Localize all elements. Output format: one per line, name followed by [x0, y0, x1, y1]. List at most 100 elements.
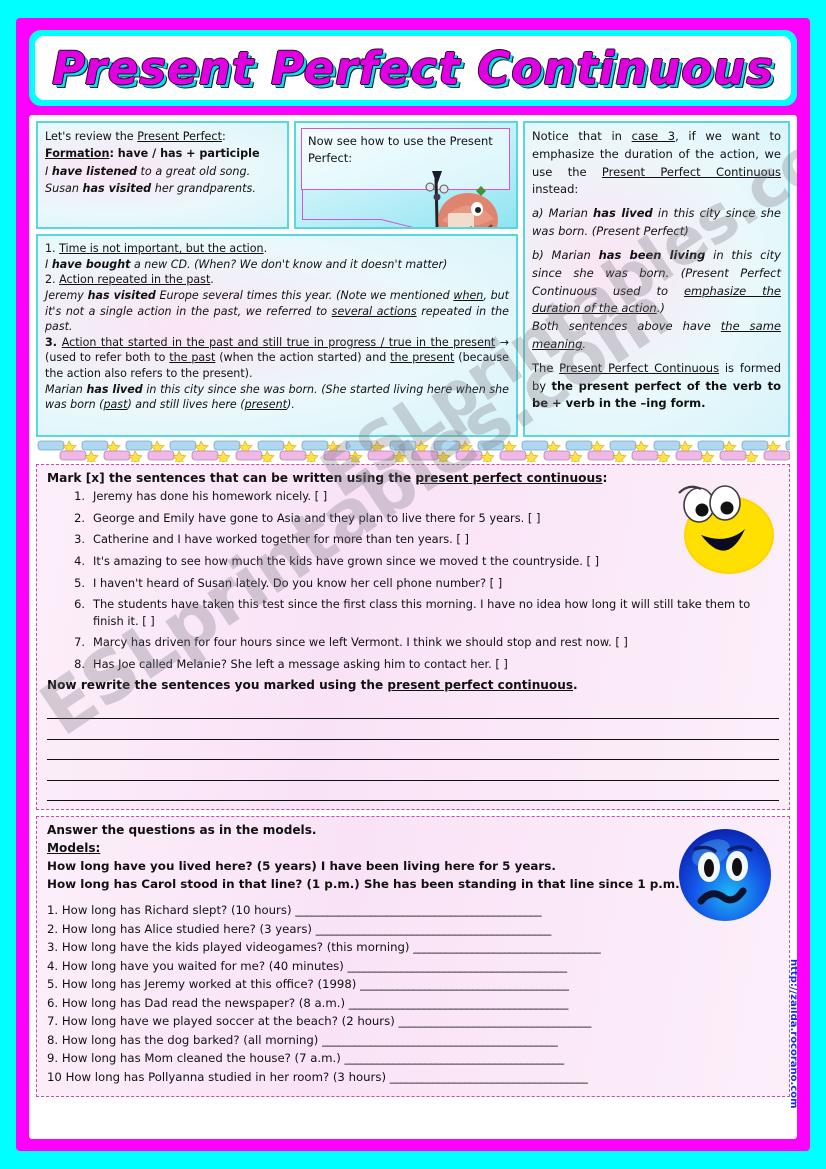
na-verb: has lived: [593, 206, 653, 221]
blank-line[interactable]: [47, 719, 779, 740]
nf-a: The: [532, 360, 560, 375]
review-pre: Let's review the: [45, 130, 138, 143]
item-number: 3.: [47, 940, 59, 955]
model-sentence-2: How long has Carol stood in that line? (…: [47, 877, 680, 892]
list-item[interactable]: 2. George and Emily have gone to Asia and…: [59, 510, 779, 526]
item-number: 2.: [47, 921, 59, 936]
c3e-d: ) and still lives here (: [127, 398, 245, 412]
blank-line[interactable]: [47, 781, 779, 802]
e1-inst-a: Mark [x] the sentences that can be writt…: [47, 471, 416, 485]
review-example-1: I have listened to a great old song.: [45, 163, 280, 180]
item-number: 5.: [74, 575, 85, 590]
item-number: 1.: [74, 489, 85, 503]
n-a: Notice that in: [532, 129, 632, 143]
answer-rule[interactable]: _______________________________________: [360, 977, 569, 991]
answer-rule[interactable]: ____________________________________: [398, 1014, 591, 1028]
case-1-title: 1. Time is not important, but the action…: [45, 241, 509, 257]
c1-c: a new CD. (When? We don't know and it do…: [130, 257, 448, 271]
list-item[interactable]: 5. I haven't heard of Susan lately. Do yo…: [59, 575, 779, 591]
item-number: 2.: [74, 510, 85, 525]
grammar-right-column: Notice that in case 3, if we want to emp…: [523, 121, 790, 437]
case-1-num: 1.: [45, 242, 60, 255]
exercise-2: Answer the questions as in the models. M…: [36, 816, 790, 1098]
notice-example-a: a) Marian has lived in this city since s…: [532, 205, 781, 241]
list-item[interactable]: 8. How long has the dog barked? (all mor…: [47, 1033, 779, 1047]
list-item[interactable]: 1. How long has Richard slept? (10 hours…: [47, 903, 779, 917]
c3-a: (used to refer both to: [45, 351, 170, 365]
na-label: a) Marian: [532, 206, 594, 221]
list-item[interactable]: 4. It's amazing to see how much the kids …: [59, 553, 779, 569]
list-item[interactable]: 2. How long has Alice studied here? (3 y…: [47, 922, 779, 936]
answer-rule[interactable]: ________________________________________…: [316, 922, 552, 936]
notice-paragraph: Notice that in case 3, if we want to emp…: [532, 128, 781, 199]
exercise-1-rewrite-instruction: Now rewrite the sentences you marked usi…: [47, 678, 779, 692]
list-item[interactable]: 5. How long has Jeremy worked at this of…: [47, 977, 779, 991]
exercise-2-question-list: 1. How long has Richard slept? (10 hours…: [47, 903, 779, 1084]
speech-bubble-text: Now see how to use the Present Perfect:: [308, 134, 493, 165]
answer-blank-lines: [47, 699, 779, 802]
c3e-e: ).: [287, 398, 295, 412]
list-item[interactable]: 4. How long have you waited for me? (40 …: [47, 959, 779, 973]
blank-line[interactable]: [47, 699, 779, 720]
review-post: :: [221, 130, 226, 143]
item-number: 7.: [47, 1014, 59, 1029]
item-number: 5.: [47, 977, 59, 992]
notice-box: Notice that in case 3, if we want to emp…: [523, 121, 790, 437]
case-2-title: 2. Action repeated in the past.: [45, 272, 509, 288]
ex2-c: her grandparents.: [151, 182, 256, 196]
review-line-1: Let's review the Present Perfect:: [45, 128, 280, 145]
answer-rule[interactable]: ___________________________________: [413, 940, 601, 954]
list-item[interactable]: 8. Has Joe called Melanie? She left a mes…: [59, 656, 779, 672]
item-number: 8.: [47, 1032, 59, 1047]
case-3-num: 3.: [45, 335, 62, 349]
ex1-c: to a great old song.: [136, 164, 251, 178]
page-frame: Present Perfect Continuous ESLprintables…: [16, 18, 810, 1151]
item-number: 6.: [74, 597, 85, 612]
c2-a: Jeremy: [45, 288, 88, 302]
answer-rule[interactable]: ________________________________________…: [345, 1051, 565, 1065]
item-text: I haven't heard of Susan lately. Do you …: [93, 575, 503, 590]
exercise-1-sentence-list: 1. Jeremy has done his homework nicely. […: [59, 488, 779, 672]
item-text: Catherine and I have worked together for…: [93, 532, 469, 547]
notice-example-b: b) Marian has been living in this city s…: [532, 247, 781, 318]
e1-inst-term: present perfect continuous: [415, 471, 603, 485]
list-item[interactable]: 6. The students have taken this test sinc…: [59, 596, 779, 628]
item-text: How long has Richard slept? (10 hours): [61, 903, 292, 918]
nf-rule: the present perfect of the verb to be + …: [532, 378, 782, 411]
item-text: Has Joe called Melanie? She left a messa…: [93, 657, 508, 671]
item-text: How long has Mom cleaned the house? (7 a…: [61, 1051, 341, 1066]
list-item[interactable]: 6. How long has Dad read the newspaper? …: [47, 996, 779, 1010]
blank-line[interactable]: [47, 760, 779, 781]
c3e-u1: past: [103, 398, 128, 412]
n-c: instead:: [532, 182, 579, 197]
page-title: Present Perfect Continuous: [52, 41, 774, 95]
list-item[interactable]: 1. Jeremy has done his homework nicely. […: [59, 488, 779, 504]
item-number: 9.: [47, 1051, 59, 1066]
c2-verb: has visited: [87, 288, 156, 302]
item-number: 4.: [74, 554, 85, 569]
nf-u: Present Perfect Continuous: [559, 360, 720, 375]
list-item[interactable]: 7. How long have we played soccer at the…: [47, 1014, 779, 1028]
list-item[interactable]: 7. Marcy has driven for four hours since …: [59, 634, 779, 650]
item-text: How long have the kids played videogames…: [61, 940, 410, 955]
list-item[interactable]: 3. How long have the kids played videoga…: [47, 940, 779, 954]
review-term: Present Perfect: [137, 130, 222, 143]
ex2-a: Susan: [45, 182, 83, 196]
blank-line[interactable]: [47, 740, 779, 761]
list-item[interactable]: 10 How long has Pollyanna studied in her…: [47, 1070, 779, 1084]
nb-label: b) Marian: [532, 247, 599, 262]
n-ppc: Present Perfect Continuous: [601, 164, 781, 179]
nb-rest2: .): [656, 301, 665, 316]
answer-rule[interactable]: ________________________________________…: [349, 996, 569, 1010]
list-item[interactable]: 9. How long has Mom cleaned the house? (…: [47, 1051, 779, 1065]
decorative-border-strip: [36, 440, 790, 462]
happy-face-icon: [678, 485, 774, 574]
worksheet-page: Present Perfect Continuous ESLprintables…: [0, 0, 826, 1169]
answer-rule[interactable]: _____________________________________: [390, 1070, 588, 1084]
answer-rule[interactable]: ________________________________________…: [322, 1033, 558, 1047]
nboth-a: Both sentences above have: [532, 319, 721, 334]
answer-rule[interactable]: ________________________________________…: [348, 959, 568, 973]
list-item[interactable]: 3. Catherine and I have worked together f…: [59, 531, 779, 547]
item-text: Jeremy has done his homework nicely. [ ]: [93, 489, 328, 503]
answer-rule[interactable]: ________________________________________…: [295, 903, 541, 917]
